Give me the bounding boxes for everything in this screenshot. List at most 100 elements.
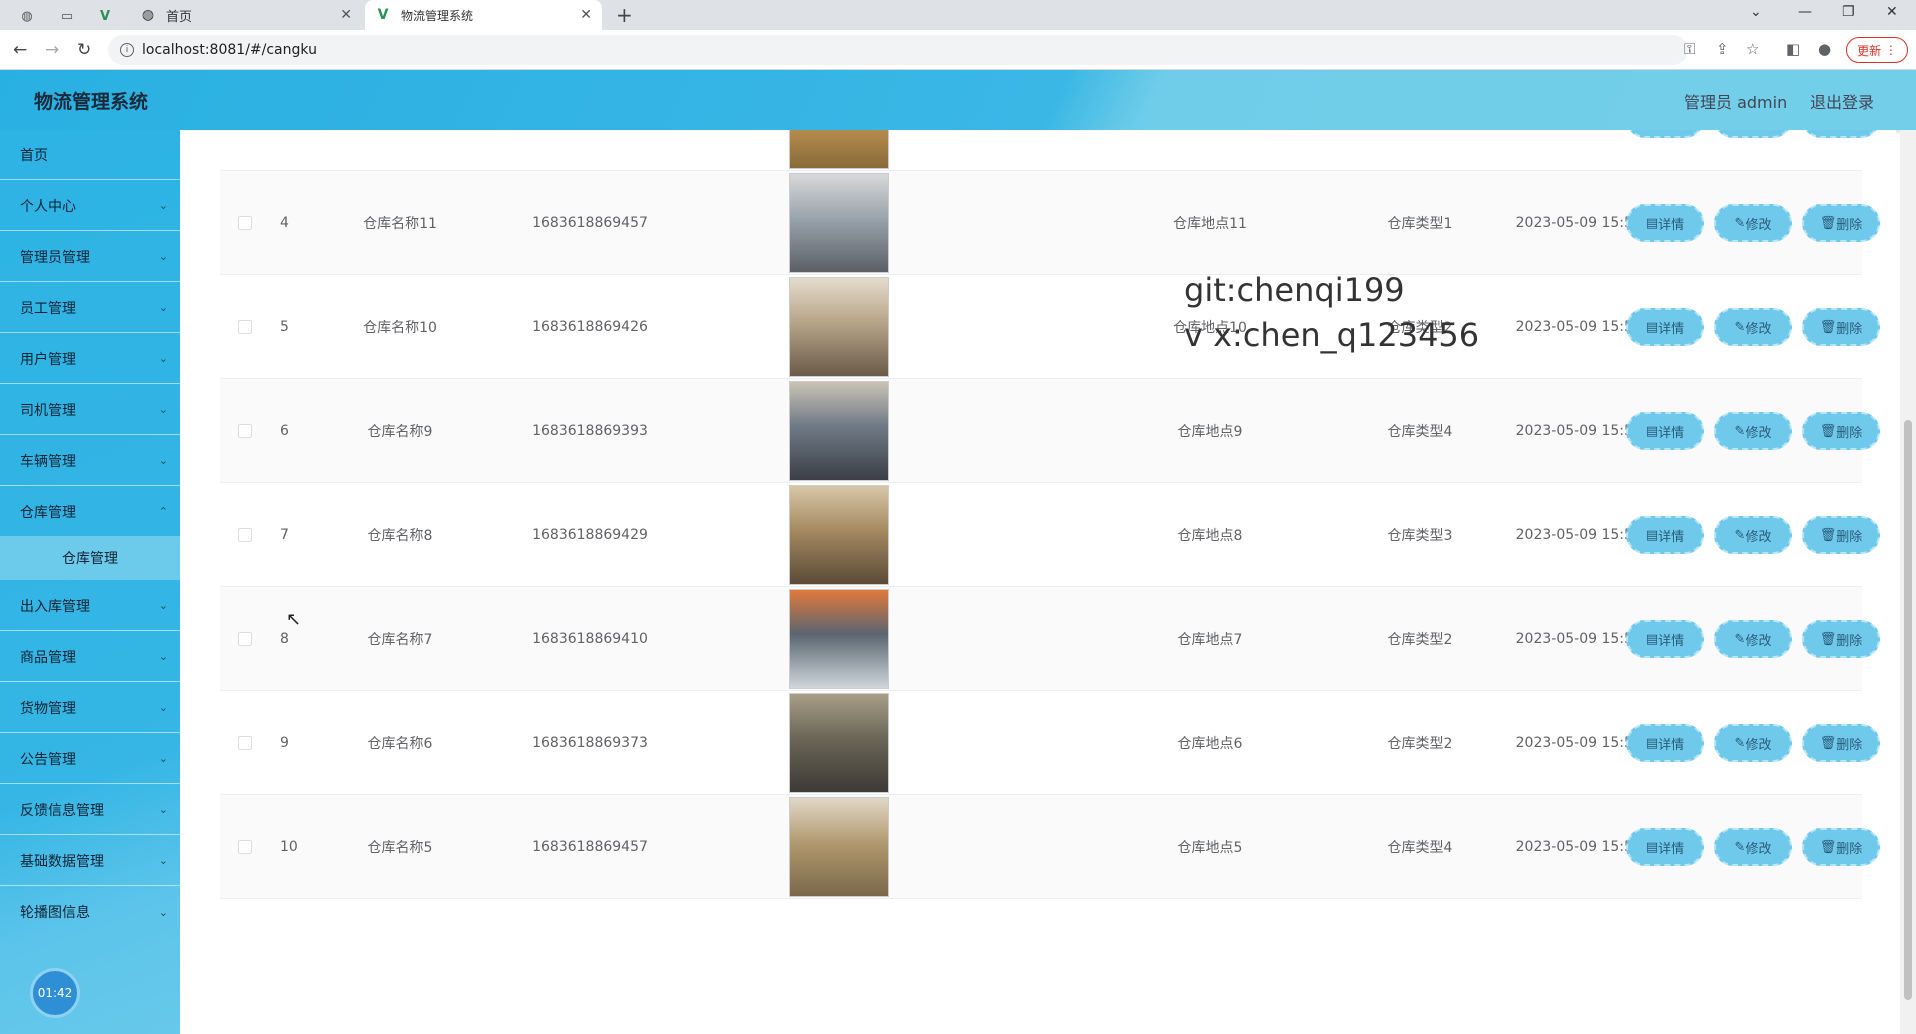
sidebar-item-warehouse[interactable]: 仓库管理 ⌃: [0, 487, 180, 537]
detail-button[interactable]: ▤ 详情: [1626, 724, 1704, 762]
edit-button[interactable]: ✎ 修改: [1714, 412, 1792, 450]
delete-button[interactable]: 🗑 删除: [1802, 620, 1880, 658]
vue-logo-icon[interactable]: V: [94, 5, 116, 27]
sidebar-item-inout[interactable]: 出入库管理 ⌄: [0, 581, 180, 631]
tab-search-icon[interactable]: ⌄: [1750, 4, 1762, 20]
table-row: 10 仓库名称5 1683618869457 仓库地点5 仓库类型4 2023-05-09…: [220, 795, 1880, 899]
sidebar-item-notices[interactable]: 公告管理 ⌄: [0, 734, 180, 784]
detail-button[interactable]: ▤ 详情: [1626, 620, 1704, 658]
action-label: 删除: [1836, 841, 1863, 857]
sidebar-item-carousel[interactable]: 轮播图信息 ⌄: [0, 887, 180, 937]
back-icon[interactable]: ←: [13, 40, 27, 60]
new-tab-icon[interactable]: +: [616, 3, 633, 27]
row-checkbox[interactable]: [238, 736, 252, 750]
delete-button[interactable]: 🗑 删除: [1802, 828, 1880, 866]
info-icon[interactable]: i: [120, 43, 134, 57]
detail-button[interactable]: ▤ 详情: [1626, 308, 1704, 346]
row-checkbox[interactable]: [238, 632, 252, 646]
vue-logo-icon: V: [377, 7, 389, 23]
sidebar-item-users[interactable]: 用户管理 ⌄: [0, 334, 180, 384]
row-checkbox[interactable]: [238, 216, 252, 230]
warehouse-type: 仓库类型2: [1360, 130, 1480, 171]
delete-button[interactable]: 🗑 删除: [1802, 516, 1880, 554]
warehouse-location: 仓库地点9: [1177, 424, 1243, 440]
sidebar-subitem-warehouse[interactable]: 仓库管理: [0, 536, 180, 580]
delete-button[interactable]: 🗑 删除: [1802, 204, 1880, 242]
detail-button[interactable]: ▤ 详情: [1626, 828, 1704, 866]
edit-button[interactable]: ✎ 修改: [1714, 516, 1792, 554]
edit-button[interactable]: ✎ 修改: [1714, 724, 1792, 762]
row-checkbox[interactable]: [238, 320, 252, 334]
detail-button[interactable]: ▤ 详情: [1626, 412, 1704, 450]
delete-button[interactable]: 🗑 删除: [1802, 724, 1880, 762]
edit-button[interactable]: ✎ 修改: [1714, 620, 1792, 658]
minimize-icon[interactable]: —: [1798, 4, 1812, 20]
sidepanel-icon[interactable]: ◧: [1786, 40, 1800, 58]
profile-icon[interactable]: ●: [1818, 40, 1831, 58]
row-index: 7: [280, 527, 289, 543]
row-checkbox[interactable]: [238, 840, 252, 854]
row-index: 5: [280, 319, 289, 335]
detail-button[interactable]: ▤ 详情: [1626, 516, 1704, 554]
table-row: 6 仓库名称9 1683618869393 仓库地点9 仓库类型4 2023-05-09 …: [220, 379, 1880, 483]
reload-icon[interactable]: ↻: [77, 40, 91, 60]
document-icon: ▤: [1645, 735, 1659, 751]
logout-link[interactable]: 退出登录: [1810, 89, 1874, 113]
row-checkbox[interactable]: [238, 528, 252, 542]
action-label: 修改: [1745, 841, 1772, 857]
delete-button[interactable]: 🗑 删除: [1802, 412, 1880, 450]
sidebar-item-label: 司机管理: [20, 402, 76, 419]
row-checkbox[interactable]: [238, 424, 252, 438]
sidebar-item-home[interactable]: 首页: [0, 130, 180, 180]
row-index: 3: [280, 130, 289, 171]
sidebar-item-feedback[interactable]: 反馈信息管理 ⌄: [0, 785, 180, 835]
tab-page-icon[interactable]: ▭: [56, 5, 78, 27]
delete-button[interactable]: 🗑 删除: [1802, 130, 1880, 138]
page-scrollbar[interactable]: [1900, 130, 1916, 1034]
action-label: 删除: [1836, 425, 1863, 441]
chevron-down-icon: ⌄: [158, 803, 168, 816]
update-button[interactable]: 更新 ⋮: [1846, 37, 1908, 63]
tab-favicon-icon[interactable]: ◍: [16, 5, 38, 27]
tab-home[interactable]: ◍ 首页 ✕: [130, 0, 362, 30]
sidebar-item-basedata[interactable]: 基础数据管理 ⌄: [0, 836, 180, 886]
action-label: 删除: [1836, 633, 1863, 649]
document-icon: ▤: [1645, 423, 1659, 439]
tab-logistics[interactable]: V 物流管理系统 ✕: [365, 0, 602, 30]
close-window-icon[interactable]: ✕: [1886, 4, 1898, 20]
app-header: 物流管理系统 管理员 admin 退出登录: [0, 70, 1916, 130]
forward-icon[interactable]: →: [45, 40, 59, 60]
url-field[interactable]: i localhost:8081/#/cangku: [108, 35, 1688, 65]
restore-icon[interactable]: ❐: [1842, 4, 1855, 20]
sidebar-item-label: 商品管理: [20, 649, 76, 666]
detail-button[interactable]: ▤ 详情: [1626, 204, 1704, 242]
sidebar-item-vehicles[interactable]: 车辆管理 ⌄: [0, 436, 180, 486]
sidebar-item-staff[interactable]: 员工管理 ⌄: [0, 283, 180, 333]
sidebar-item-products[interactable]: 商品管理 ⌄: [0, 632, 180, 682]
edit-button[interactable]: ✎ 修改: [1714, 308, 1792, 346]
action-label: 修改: [1745, 425, 1772, 441]
warehouse-type: 仓库类型1: [1387, 216, 1453, 232]
star-icon[interactable]: ☆: [1746, 40, 1759, 58]
key-icon[interactable]: ⚿: [1684, 40, 1695, 58]
sidebar-item-profile[interactable]: 个人中心 ⌄: [0, 181, 180, 231]
warehouse-code: 1683618869457: [532, 839, 648, 855]
action-label: 修改: [1745, 633, 1772, 649]
trash-icon: 🗑: [1819, 215, 1837, 231]
sidebar-item-admin[interactable]: 管理员管理 ⌄: [0, 232, 180, 282]
warehouse-photo: [789, 589, 889, 689]
close-icon[interactable]: ✕: [580, 7, 592, 23]
detail-button[interactable]: ▤ 详情: [1626, 130, 1704, 138]
edit-button[interactable]: ✎ 修改: [1714, 828, 1792, 866]
edit-button[interactable]: ✎ 修改: [1714, 204, 1792, 242]
sidebar-item-goods[interactable]: 货物管理 ⌄: [0, 683, 180, 733]
warehouse-photo: [789, 130, 889, 169]
document-icon: ▤: [1645, 527, 1659, 543]
share-icon[interactable]: ⇪: [1716, 40, 1729, 58]
edit-button[interactable]: ✎ 修改: [1714, 130, 1792, 138]
scrollbar-thumb[interactable]: [1904, 420, 1912, 1000]
sidebar-item-label: 反馈信息管理: [20, 802, 104, 819]
sidebar-item-drivers[interactable]: 司机管理 ⌄: [0, 385, 180, 435]
delete-button[interactable]: 🗑 删除: [1802, 308, 1880, 346]
close-icon[interactable]: ✕: [340, 7, 352, 23]
